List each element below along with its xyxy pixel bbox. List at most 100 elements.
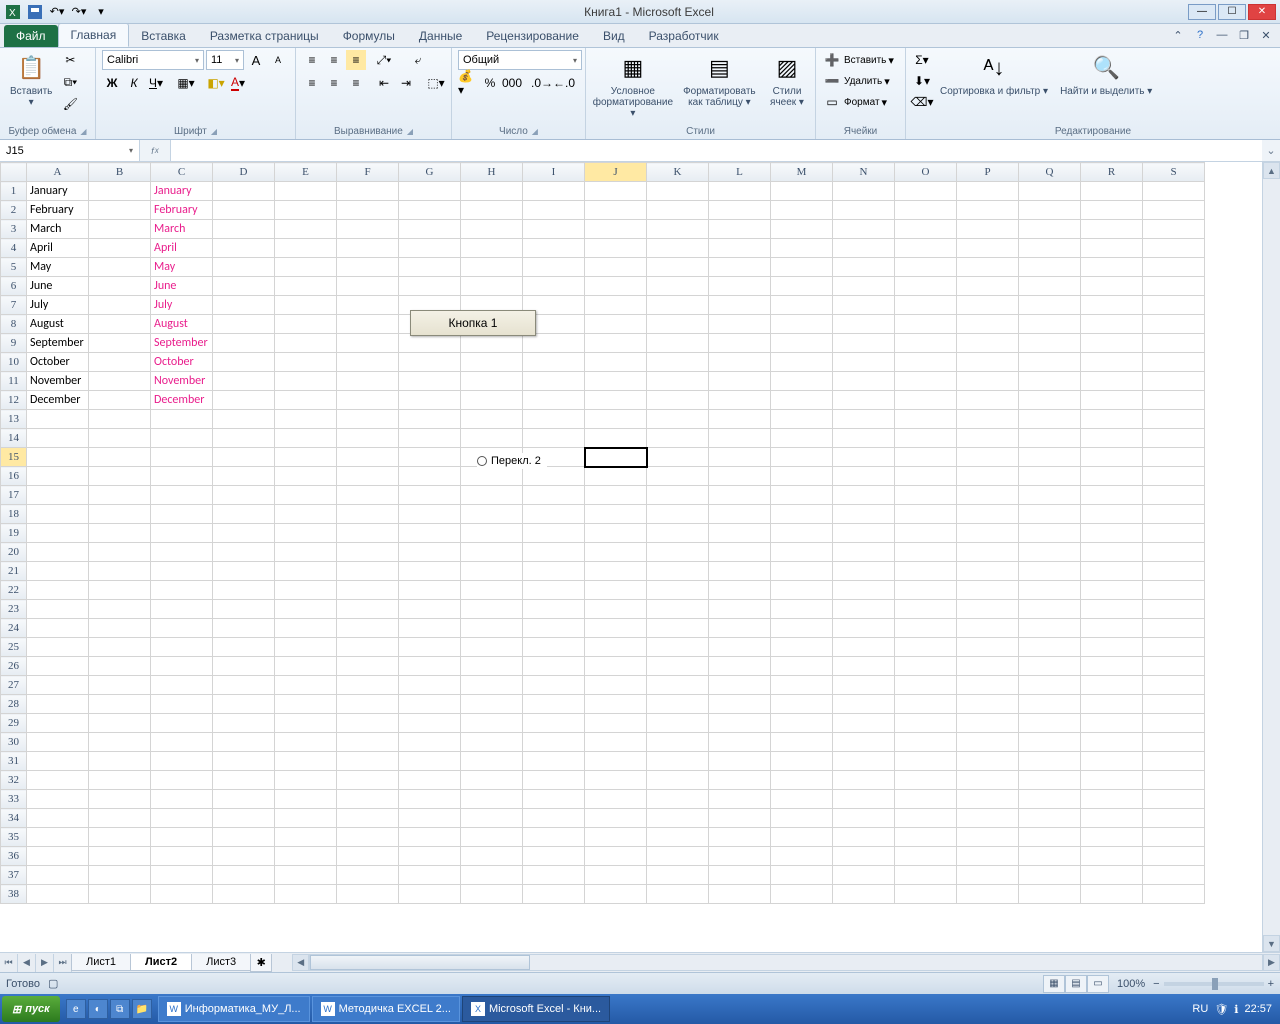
col-header[interactable]: E xyxy=(275,163,337,182)
cell[interactable] xyxy=(1081,638,1143,657)
cell[interactable] xyxy=(337,182,399,201)
bold-button[interactable]: Ж xyxy=(102,73,122,93)
cell[interactable] xyxy=(585,372,647,391)
cell[interactable] xyxy=(399,543,461,562)
format-as-table-button[interactable]: ▤Форматировать как таблицу ▾ xyxy=(678,50,761,110)
redo-icon[interactable]: ↷▾ xyxy=(70,3,88,21)
ql-desktop-icon[interactable]: ⧉ xyxy=(110,999,130,1019)
cell[interactable] xyxy=(1081,277,1143,296)
cell[interactable] xyxy=(1143,657,1205,676)
row-header[interactable]: 33 xyxy=(1,790,27,809)
cell[interactable]: July xyxy=(27,296,89,315)
cell[interactable] xyxy=(213,828,275,847)
cell[interactable] xyxy=(647,372,709,391)
cell[interactable]: November xyxy=(151,372,213,391)
cell[interactable] xyxy=(709,581,771,600)
cell[interactable] xyxy=(1019,695,1081,714)
row-header[interactable]: 15 xyxy=(1,448,27,467)
cell[interactable] xyxy=(89,866,151,885)
cell[interactable]: April xyxy=(27,239,89,258)
cell[interactable] xyxy=(957,448,1019,467)
cell[interactable] xyxy=(647,847,709,866)
cell[interactable] xyxy=(709,657,771,676)
cell[interactable] xyxy=(213,505,275,524)
cell[interactable] xyxy=(399,638,461,657)
cell[interactable] xyxy=(1081,619,1143,638)
cell[interactable] xyxy=(27,543,89,562)
cell[interactable] xyxy=(523,334,585,353)
cell[interactable] xyxy=(213,657,275,676)
cell[interactable] xyxy=(957,828,1019,847)
cell[interactable] xyxy=(275,790,337,809)
cell[interactable] xyxy=(27,410,89,429)
cell[interactable] xyxy=(833,752,895,771)
zoom-slider[interactable] xyxy=(1164,982,1264,986)
cell[interactable] xyxy=(337,467,399,486)
cell[interactable] xyxy=(275,885,337,904)
cell[interactable] xyxy=(647,429,709,448)
cell[interactable]: March xyxy=(151,220,213,239)
row-header[interactable]: 35 xyxy=(1,828,27,847)
cell[interactable] xyxy=(1143,220,1205,239)
cell[interactable] xyxy=(213,353,275,372)
cell[interactable] xyxy=(213,372,275,391)
row-header[interactable]: 29 xyxy=(1,714,27,733)
help-icon[interactable]: ? xyxy=(1192,27,1208,43)
cell[interactable] xyxy=(275,752,337,771)
cell[interactable] xyxy=(957,467,1019,486)
cell[interactable] xyxy=(275,353,337,372)
cell[interactable] xyxy=(895,695,957,714)
cell[interactable] xyxy=(399,505,461,524)
cell[interactable] xyxy=(895,258,957,277)
cell[interactable] xyxy=(957,239,1019,258)
cell[interactable] xyxy=(647,182,709,201)
cell[interactable] xyxy=(275,638,337,657)
cell[interactable] xyxy=(1019,866,1081,885)
cell[interactable] xyxy=(833,182,895,201)
cell[interactable] xyxy=(1019,752,1081,771)
cell[interactable] xyxy=(895,182,957,201)
cell[interactable] xyxy=(523,695,585,714)
cell[interactable] xyxy=(27,714,89,733)
col-header[interactable]: H xyxy=(461,163,523,182)
italic-button[interactable]: К xyxy=(124,73,144,93)
cell[interactable] xyxy=(27,676,89,695)
cell[interactable] xyxy=(1019,638,1081,657)
cell[interactable] xyxy=(1019,201,1081,220)
cell[interactable] xyxy=(1081,828,1143,847)
cell[interactable] xyxy=(1081,866,1143,885)
cell[interactable]: February xyxy=(151,201,213,220)
cell[interactable] xyxy=(461,695,523,714)
cell[interactable] xyxy=(89,524,151,543)
cell[interactable] xyxy=(89,733,151,752)
cell[interactable] xyxy=(1019,790,1081,809)
cell[interactable] xyxy=(957,429,1019,448)
cell[interactable] xyxy=(213,220,275,239)
cell[interactable] xyxy=(89,258,151,277)
cell[interactable] xyxy=(337,239,399,258)
row-header[interactable]: 1 xyxy=(1,182,27,201)
cell[interactable] xyxy=(1081,581,1143,600)
cell[interactable] xyxy=(771,828,833,847)
cell[interactable] xyxy=(523,372,585,391)
cell[interactable] xyxy=(1081,353,1143,372)
cell[interactable] xyxy=(89,695,151,714)
cell[interactable] xyxy=(337,448,399,467)
accounting-format-icon[interactable]: 💰▾ xyxy=(458,73,478,93)
cell[interactable] xyxy=(151,752,213,771)
cell[interactable] xyxy=(1143,676,1205,695)
wrap-text-icon[interactable]: ⤶ xyxy=(408,50,428,70)
cell[interactable] xyxy=(399,847,461,866)
cell[interactable] xyxy=(337,201,399,220)
ql-media-icon[interactable]: ◐ xyxy=(88,999,108,1019)
col-header[interactable]: G xyxy=(399,163,461,182)
cell[interactable] xyxy=(585,505,647,524)
cell[interactable] xyxy=(213,885,275,904)
row-header[interactable]: 3 xyxy=(1,220,27,239)
cell[interactable] xyxy=(275,828,337,847)
view-pagebreak-icon[interactable]: ▭ xyxy=(1087,975,1109,993)
cell[interactable] xyxy=(523,524,585,543)
cell[interactable] xyxy=(337,790,399,809)
font-size-combo[interactable]: 11▾ xyxy=(206,50,244,70)
window-close2-icon[interactable]: ✕ xyxy=(1258,27,1274,43)
